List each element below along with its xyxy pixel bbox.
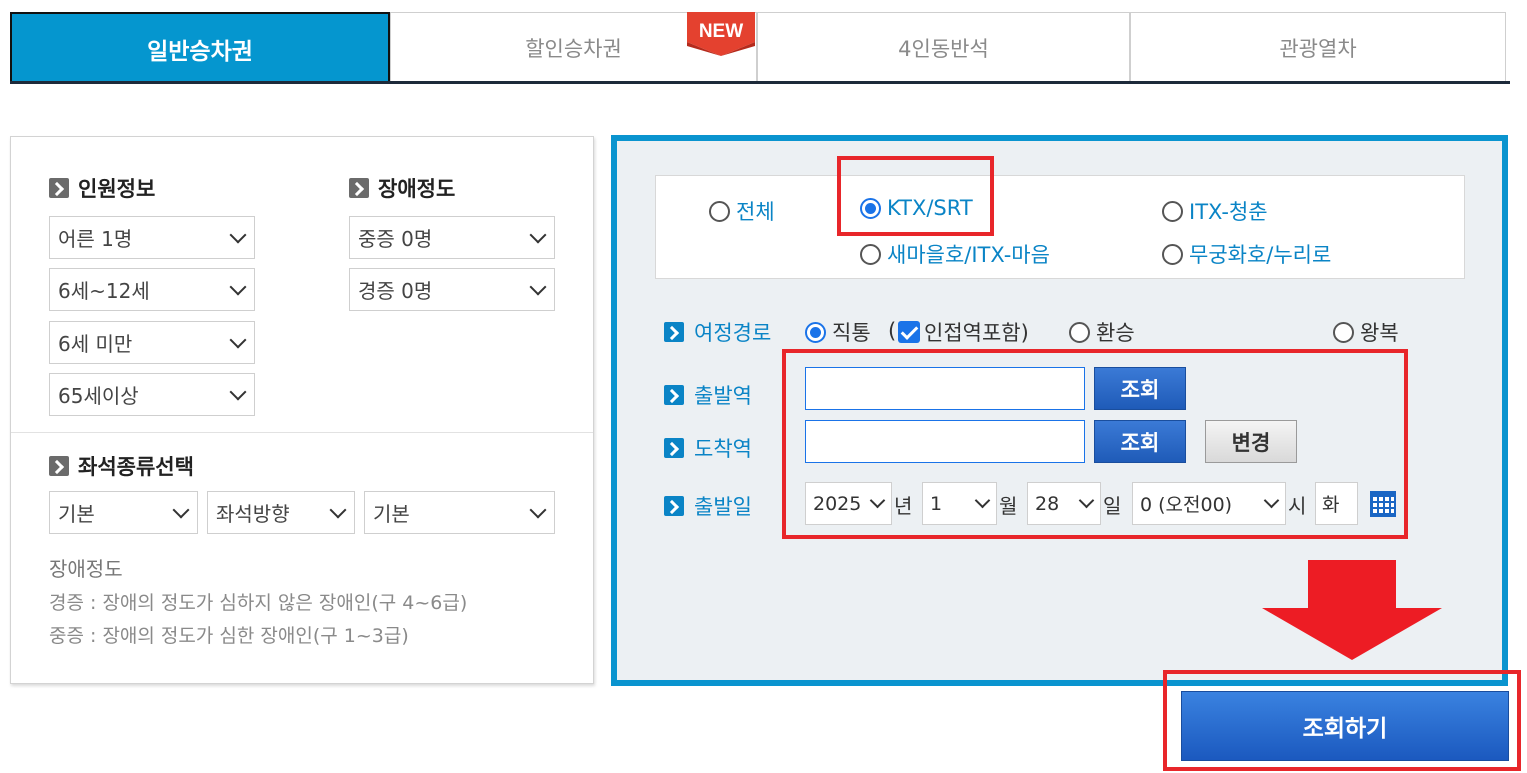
train-type-box: 전체 KTX/SRT ITX-청춘 새마을호/ITX-마음 무궁화호/누리로	[655, 175, 1465, 279]
new-badge: NEW	[687, 12, 755, 56]
adult-count-select[interactable]: 어른 1명	[49, 216, 255, 259]
senior-count-select[interactable]: 65세이상	[49, 373, 255, 416]
arrow-bullet-icon	[664, 322, 684, 342]
highlight-station-date-box	[782, 349, 1408, 539]
radio-route-transfer[interactable]: 환승	[1069, 317, 1135, 347]
checkbox-nearby-station[interactable]: 인접역포함)	[898, 317, 1029, 347]
tab-label: 4인동반석	[898, 36, 989, 61]
passenger-options-panel: 인원정보 장애정도 어른 1명 6세~12세 6세 미만 65세이상 중증 0명…	[10, 136, 594, 684]
chevron-down-icon	[529, 226, 547, 244]
child-count-select[interactable]: 6세~12세	[49, 268, 255, 311]
radio-all-trains[interactable]: 전체	[709, 196, 775, 226]
radio-circle	[1069, 321, 1090, 343]
search-trains-button[interactable]: 조회하기	[1181, 691, 1509, 761]
tab-label: 일반승차권	[147, 39, 253, 65]
seat-direction-select[interactable]: 좌석방향	[207, 491, 355, 534]
new-badge-text: NEW	[699, 21, 743, 42]
chevron-down-icon	[229, 331, 247, 349]
tab-label: 할인승차권	[525, 36, 622, 61]
ticket-type-tabs: 일반승차권 할인승차권 4인동반석 관광열차 NEW	[10, 12, 1510, 84]
severe-disability-select[interactable]: 중증 0명	[349, 216, 555, 259]
chevron-down-icon	[529, 278, 547, 296]
chevron-down-icon	[229, 278, 247, 296]
arrow-bullet-icon	[49, 456, 69, 476]
arrow-bullet-icon	[349, 178, 369, 198]
tab-group-seat[interactable]: 4인동반석	[757, 12, 1130, 82]
chevron-down-icon	[229, 226, 247, 244]
radio-itx-youth[interactable]: ITX-청춘	[1162, 196, 1268, 226]
radio-circle	[1162, 200, 1183, 222]
seat-type-title: 좌석종류선택	[49, 451, 194, 481]
radio-circle	[805, 321, 826, 343]
chevron-down-icon	[172, 501, 190, 519]
departure-station-label: 출발역	[664, 380, 752, 410]
seat-type-select[interactable]: 기본	[49, 491, 198, 534]
disability-note-title: 장애정도	[49, 557, 123, 581]
chevron-down-icon	[529, 501, 547, 519]
arrow-bullet-icon	[664, 496, 684, 516]
radio-circle	[1333, 321, 1354, 343]
radio-circle	[860, 243, 881, 265]
arrow-bullet-icon	[49, 178, 69, 198]
tab-tour-train[interactable]: 관광열차	[1130, 12, 1506, 82]
tab-general-ticket[interactable]: 일반승차권	[10, 12, 390, 84]
tabs-underline	[10, 81, 1510, 84]
highlight-ktx-box	[837, 156, 994, 236]
radio-circle	[1162, 243, 1183, 265]
disability-note-severe: 중증 : 장애의 정도가 심한 장애인(구 1~3급)	[49, 625, 409, 647]
tab-label: 관광열차	[1279, 36, 1357, 61]
radio-saemaeul[interactable]: 새마을호/ITX-마음	[860, 239, 1050, 269]
radio-route-roundtrip[interactable]: 왕복	[1333, 317, 1399, 347]
chevron-down-icon	[329, 501, 347, 519]
passenger-info-title: 인원정보	[49, 173, 155, 203]
down-arrow-icon	[1262, 560, 1442, 660]
infant-count-select[interactable]: 6세 미만	[49, 321, 255, 364]
route-label: 여정경로	[664, 317, 771, 347]
departure-date-label: 출발일	[664, 491, 752, 521]
radio-circle	[709, 200, 730, 222]
arrow-bullet-icon	[664, 385, 684, 405]
mild-disability-select[interactable]: 경증 0명	[349, 268, 555, 311]
seat-option-select[interactable]: 기본	[364, 491, 555, 534]
disability-title: 장애정도	[349, 173, 455, 203]
arrow-bullet-icon	[664, 438, 684, 458]
radio-mugunghwa[interactable]: 무궁화호/누리로	[1162, 239, 1331, 269]
section-divider	[11, 432, 593, 433]
radio-route-direct[interactable]: 직통	[805, 317, 871, 347]
checkmark-icon	[898, 321, 920, 343]
arrival-station-label: 도착역	[664, 433, 752, 463]
chevron-down-icon	[229, 383, 247, 401]
disability-note-mild: 경증 : 장애의 정도가 심하지 않은 장애인(구 4~6급)	[49, 592, 468, 614]
route-paren: (	[888, 319, 897, 343]
